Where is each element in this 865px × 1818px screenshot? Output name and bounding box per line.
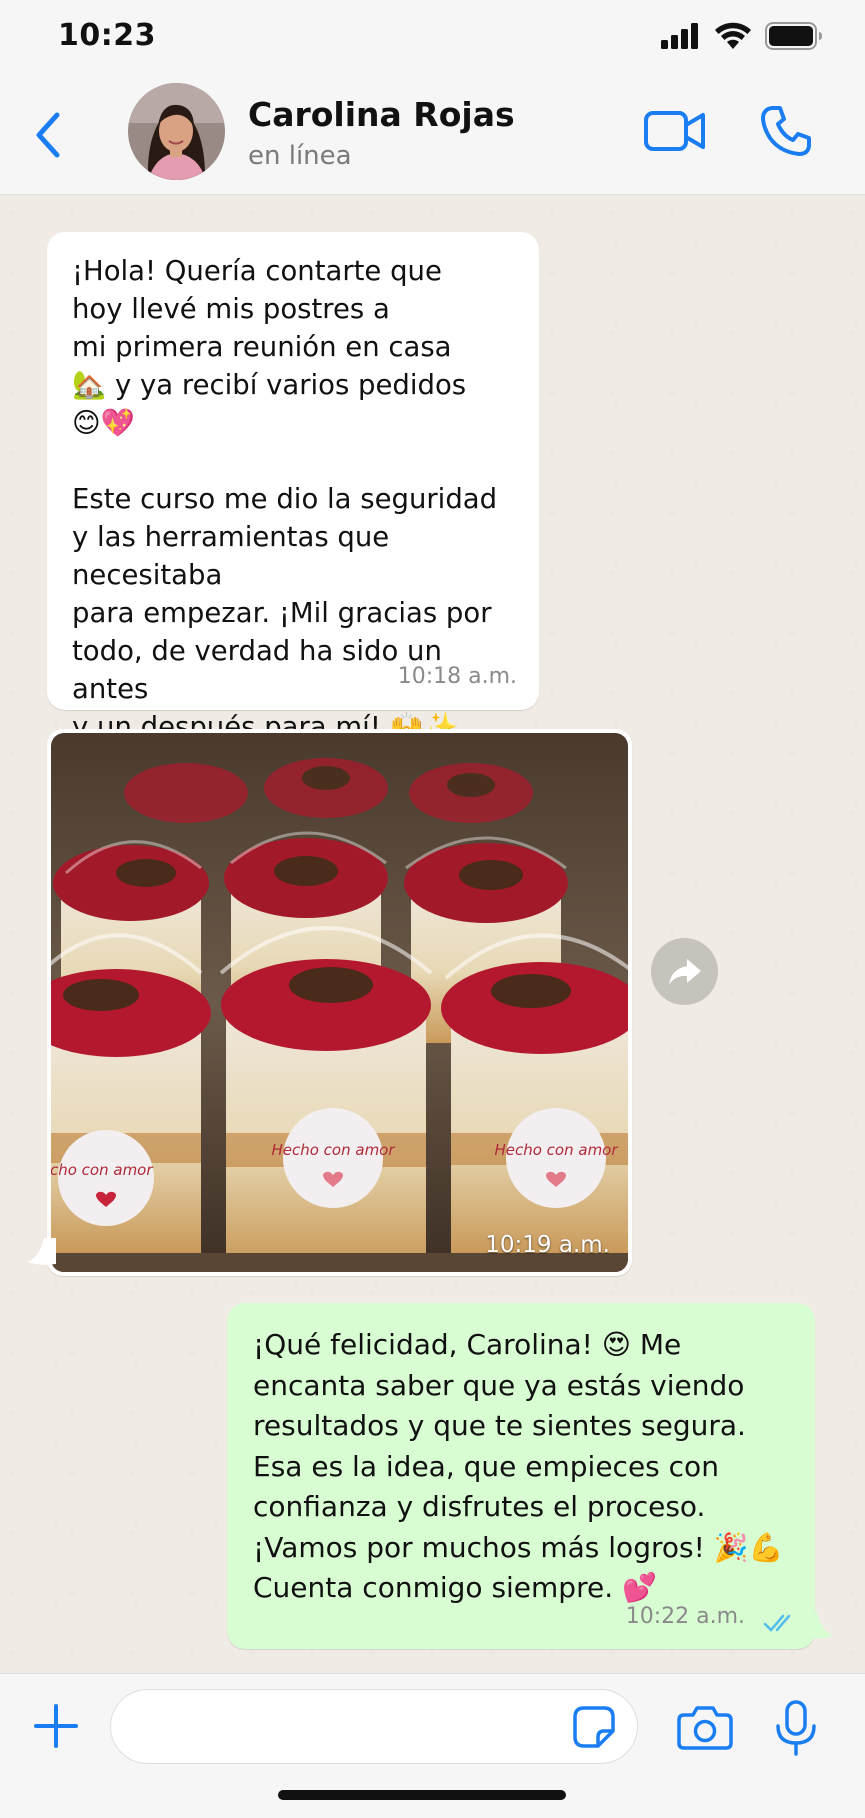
status-icons [661, 22, 823, 50]
bubble-tail [805, 1612, 833, 1639]
sticker-icon [573, 1706, 615, 1748]
message-time: 10:18 a.m. [397, 664, 517, 689]
back-button[interactable] [28, 107, 68, 163]
message-text: ¡Qué felicidad, Carolina! 😍 Me encanta s… [253, 1328, 784, 1604]
forward-arrow-icon [668, 958, 701, 985]
contact-status: en línea [248, 141, 352, 171]
camera-icon [677, 1706, 733, 1750]
status-time: 10:23 [58, 18, 156, 53]
sticker-label: Hecho con amor [51, 1161, 153, 1179]
chevron-left-icon [36, 112, 60, 158]
dessert-cups-image: Hecho con amor Hecho con amor Hecho con … [51, 733, 628, 1272]
sticker-label: Hecho con amor [494, 1141, 618, 1159]
status-bar: 10:23 [0, 0, 865, 75]
message-input[interactable] [110, 1689, 638, 1764]
voice-call-button[interactable] [758, 103, 814, 159]
battery-icon [765, 22, 822, 50]
chat-header: Carolina Rojas en línea [0, 75, 865, 195]
bubble-tail [28, 1238, 56, 1265]
image-time: 10:19 a.m. [485, 1232, 610, 1258]
plus-icon [34, 1704, 78, 1748]
contact-name[interactable]: Carolina Rojas [248, 95, 515, 134]
message-time: 10:22 a.m. [625, 1603, 745, 1629]
camera-button[interactable] [676, 1705, 734, 1751]
cellular-signal-icon [661, 23, 698, 49]
phone-icon [761, 106, 811, 156]
wifi-icon [715, 22, 751, 49]
incoming-image-message[interactable]: Hecho con amor Hecho con amor Hecho con … [47, 729, 632, 1276]
incoming-message[interactable]: ¡Hola! Quería contarte que hoy llevé mis… [47, 232, 539, 743]
outgoing-message[interactable]: ¡Qué felicidad, Carolina! 😍 Me encanta s… [227, 1303, 815, 1649]
chat-screen: 10:23 Carolina Rojas en línea ¡Hola! Que… [0, 0, 865, 1818]
forward-button[interactable] [651, 938, 718, 1005]
home-indicator[interactable] [278, 1790, 566, 1800]
sticker-button[interactable] [572, 1705, 616, 1749]
video-call-button[interactable] [643, 105, 707, 157]
read-ticks-icon [763, 1613, 799, 1633]
video-camera-icon [644, 111, 705, 151]
dessert-cups-photo[interactable]: Hecho con amor Hecho con amor Hecho con … [51, 733, 628, 1272]
microphone-button[interactable] [772, 1699, 820, 1757]
contact-photo [128, 83, 225, 180]
avatar[interactable] [128, 83, 225, 180]
sticker-label: Hecho con amor [271, 1141, 395, 1159]
attach-button[interactable] [32, 1702, 80, 1750]
microphone-icon [776, 1700, 816, 1756]
